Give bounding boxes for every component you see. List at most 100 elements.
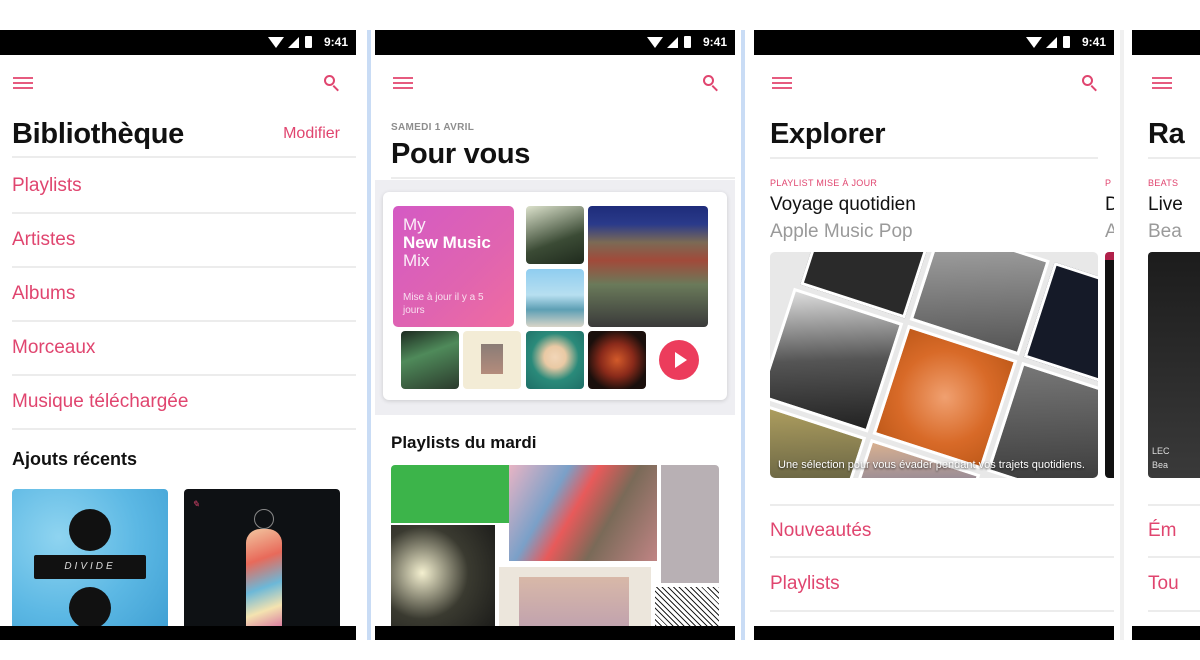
battery-icon	[304, 36, 312, 48]
hamburger-menu-icon[interactable]	[1152, 77, 1172, 89]
featured-title[interactable]: Voyage quotidien	[770, 194, 916, 216]
radio-item-shows[interactable]: Ém	[1148, 504, 1200, 558]
radio-item-label: Ém	[1148, 520, 1177, 541]
featured-subtitle: Bea	[1148, 221, 1182, 242]
banner-caption-line1: LEC	[1152, 446, 1170, 456]
tab-bar[interactable]	[754, 626, 1114, 640]
signal-icon	[666, 36, 678, 48]
library-item-label: Morceaux	[12, 337, 96, 358]
battery-icon	[1062, 36, 1070, 48]
next-featured-banner[interactable]	[1105, 252, 1114, 478]
browse-item-new-releases[interactable]: Nouveautés	[770, 504, 1114, 558]
library-item-label: Musique téléchargée	[12, 391, 189, 412]
collage-tile	[661, 465, 719, 583]
album-thumbnail[interactable]	[526, 269, 584, 327]
tab-bar[interactable]	[0, 626, 356, 640]
status-bar: 9:41	[375, 30, 735, 55]
banner-caption-line2: Bea	[1152, 460, 1169, 470]
screenshot-divider	[367, 30, 371, 640]
mix-title-line1: My	[403, 215, 426, 234]
radio-featured-banner[interactable]: LEC Bea	[1148, 252, 1200, 478]
page-title: Explorer	[770, 118, 886, 150]
page-title: Ra	[1148, 118, 1185, 150]
browse-item-label: Playlists	[770, 573, 840, 594]
library-item-artists[interactable]: Artistes	[12, 214, 356, 268]
mix-title-line2: New Music	[403, 233, 491, 252]
mix-title-line3: Mix	[403, 251, 430, 270]
nav-bar	[1132, 55, 1200, 110]
collage-tile	[509, 465, 657, 561]
divider	[391, 177, 735, 179]
next-featured-kicker: P	[1105, 178, 1112, 188]
app-screenshots-strip: 9:41 Bibliothèque Modifier Playlists Art…	[0, 0, 1200, 660]
album-art-head	[254, 509, 274, 529]
status-bar	[1132, 30, 1200, 55]
mix-updated-label: Mise à jour il y a 5 jours	[403, 292, 484, 316]
album-art-inner	[481, 344, 503, 374]
album-art-dot	[69, 587, 111, 629]
album-cover-text: DIVIDE	[34, 555, 146, 579]
album-art-figure	[246, 529, 282, 634]
featured-subtitle: Apple Music Pop	[770, 221, 913, 242]
colorful-figure-album-art[interactable]: ✎	[184, 489, 340, 640]
divider	[1148, 157, 1200, 159]
search-icon[interactable]	[703, 75, 719, 92]
tuesday-playlists-heading: Playlists du mardi	[391, 433, 537, 452]
library-item-label: Artistes	[12, 229, 76, 250]
browse-list: Nouveautés Playlists	[770, 504, 1114, 612]
browse-item-playlists[interactable]: Playlists	[770, 558, 1114, 612]
featured-title[interactable]: Live	[1148, 194, 1183, 216]
browse-screen: 9:41 Explorer PLAYLIST MISE À JOUR Voyag…	[754, 30, 1114, 640]
radio-item-label: Tou	[1148, 573, 1179, 594]
play-button[interactable]	[659, 340, 699, 380]
search-icon[interactable]	[1082, 75, 1098, 92]
search-icon[interactable]	[324, 75, 340, 92]
library-item-playlists[interactable]: Playlists	[12, 160, 356, 214]
radio-list: Ém Tou	[1148, 504, 1200, 612]
library-item-label: Playlists	[12, 175, 82, 196]
library-item-songs[interactable]: Morceaux	[12, 322, 356, 376]
banner-collage	[770, 252, 1098, 478]
album-art-dot	[69, 509, 111, 551]
album-thumbnail[interactable]	[526, 206, 584, 264]
status-time: 9:41	[702, 35, 727, 49]
tuesday-playlists-collage[interactable]	[391, 465, 719, 640]
hamburger-menu-icon[interactable]	[13, 77, 33, 89]
nav-bar	[0, 55, 356, 110]
album-thumbnail[interactable]	[588, 331, 646, 389]
library-item-albums[interactable]: Albums	[12, 268, 356, 322]
date-label: SAMEDI 1 AVRIL	[391, 122, 475, 133]
album-thumbnail-large[interactable]	[588, 206, 708, 327]
status-time: 9:41	[323, 35, 348, 49]
radio-screen: Ra BEATS Live Bea LEC Bea Ém Tou	[1132, 30, 1200, 640]
album-thumbnail[interactable]	[401, 331, 459, 389]
tab-bar[interactable]	[375, 626, 735, 640]
new-music-mix-tile[interactable]: My New Music Mix Mise à jour il y a 5 jo…	[393, 206, 514, 327]
browse-item-label: Nouveautés	[770, 520, 872, 541]
divide-album-art[interactable]: DIVIDE	[12, 489, 168, 640]
featured-caption: Une sélection pour vous évader pendant v…	[778, 459, 1085, 471]
nav-bar	[754, 55, 1114, 110]
hamburger-menu-icon[interactable]	[772, 77, 792, 89]
radio-item-all[interactable]: Tou	[1148, 558, 1200, 612]
next-featured-subtitle: A	[1105, 221, 1114, 242]
wifi-icon	[267, 36, 284, 48]
wifi-icon	[1025, 36, 1042, 48]
featured-kicker: PLAYLIST MISE À JOUR	[770, 178, 878, 188]
divider	[770, 157, 1098, 159]
page-title: Bibliothèque	[12, 118, 185, 150]
tab-bar[interactable]	[1132, 626, 1200, 640]
album-thumbnail[interactable]	[526, 331, 584, 389]
featured-playlist-banner[interactable]: Une sélection pour vous évader pendant v…	[770, 252, 1098, 478]
hamburger-menu-icon[interactable]	[393, 77, 413, 89]
collage-tile	[391, 525, 495, 640]
library-item-downloaded[interactable]: Musique téléchargée	[12, 376, 356, 430]
album-thumbnail[interactable]	[463, 331, 521, 389]
next-featured-title[interactable]: D	[1105, 194, 1114, 216]
status-bar: 9:41	[754, 30, 1114, 55]
edit-button[interactable]: Modifier	[283, 125, 340, 143]
collage-tile	[391, 465, 509, 523]
album-art-signature: ✎	[192, 499, 200, 509]
nav-bar	[375, 55, 735, 110]
recent-additions-heading: Ajouts récents	[12, 449, 138, 469]
